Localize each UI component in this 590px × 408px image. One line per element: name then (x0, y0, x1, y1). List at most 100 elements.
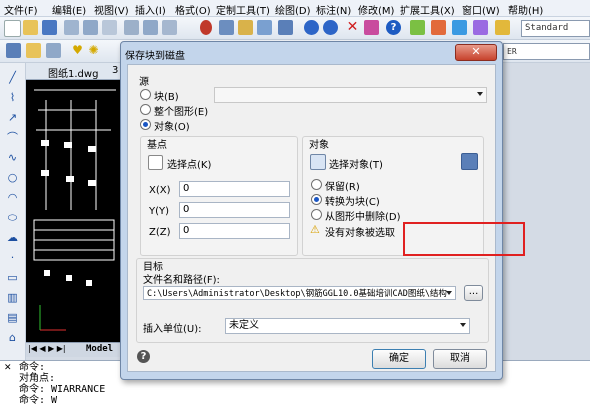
menu-tools[interactable]: 定制工具(T) (216, 2, 270, 17)
layer-manager-icon[interactable] (6, 43, 21, 58)
convert-to-block-radio[interactable] (311, 194, 322, 205)
menu-extend[interactable]: 扩展工具(X) (400, 2, 455, 17)
command-history-line: 命令: (19, 362, 46, 373)
tab-drawing2[interactable]: 3 (112, 65, 118, 76)
open-folder-icon[interactable] (23, 20, 38, 35)
source-block-label: 块(B) (154, 92, 179, 103)
tool-icon-1[interactable] (431, 20, 446, 35)
print-icon[interactable] (64, 20, 79, 35)
quick-select-icon[interactable] (461, 153, 478, 170)
brush-icon[interactable] (278, 20, 293, 35)
cut-icon[interactable] (200, 20, 212, 35)
ray-icon[interactable]: ↗ (6, 111, 19, 124)
layer-state-icon[interactable] (26, 43, 41, 58)
redo-icon[interactable] (323, 20, 338, 35)
spline-icon[interactable]: ∿ (6, 151, 19, 164)
document-tabs: 图纸1.dwg 3 (26, 63, 126, 80)
drawing-canvas[interactable] (26, 80, 126, 342)
retain-radio[interactable] (311, 179, 322, 190)
copy-icon[interactable] (219, 20, 234, 35)
lightbulb-icon[interactable]: ♥ (70, 43, 85, 58)
explode-icon[interactable] (364, 20, 379, 35)
tab-nav-arrows[interactable]: |◀ ◀ ▶ ▶| (28, 344, 66, 353)
y-label: Y(Y) (149, 206, 170, 217)
tool-icon-3[interactable] (473, 20, 488, 35)
cancel-button[interactable]: 取消 (433, 349, 487, 369)
ellipse-icon[interactable]: ⬭ (6, 211, 19, 224)
insert-units-label: 插入单位(U): (143, 324, 202, 335)
point-icon[interactable]: · (6, 251, 19, 264)
menu-draw[interactable]: 绘图(D) (275, 2, 311, 17)
block-select[interactable] (214, 87, 487, 103)
file-path-input[interactable]: C:\Users\Administrator\Desktop\钢筋GGL10.0… (143, 286, 456, 300)
paste-icon[interactable] (238, 20, 253, 35)
menu-format[interactable]: 格式(O) (175, 2, 211, 17)
delete-from-drawing-radio[interactable] (311, 209, 322, 220)
chevron-down-icon (446, 291, 452, 295)
export-icon[interactable] (143, 20, 158, 35)
save-icon[interactable] (42, 20, 57, 35)
x-label: X(X) (149, 185, 171, 196)
linetype-combo[interactable]: ER (503, 43, 590, 60)
menu-edit[interactable]: 编辑(E) (52, 2, 86, 17)
layer-previous-icon[interactable] (46, 43, 61, 58)
menu-dimension[interactable]: 标注(N) (316, 2, 351, 17)
dialog-title: 保存块到磁盘 (125, 51, 185, 62)
tool-icon-4[interactable] (495, 20, 510, 35)
region-icon[interactable]: ▤ (6, 311, 19, 324)
polyline-icon[interactable]: ⌇ (6, 91, 19, 104)
tool-icon-2[interactable] (452, 20, 467, 35)
tab-model[interactable]: Model (86, 344, 113, 354)
cloud-icon[interactable]: ☁ (6, 231, 19, 244)
source-block-radio[interactable] (140, 89, 151, 100)
help-button[interactable]: ? (137, 350, 150, 363)
undo-icon[interactable] (304, 20, 319, 35)
z-input[interactable]: 0 (179, 223, 290, 239)
source-objects-radio[interactable] (140, 119, 151, 130)
erase-icon[interactable]: ✕ (345, 20, 360, 35)
new-file-icon[interactable] (4, 20, 21, 37)
publish-icon[interactable] (124, 20, 139, 35)
menu-insert[interactable]: 插入(I) (135, 2, 166, 17)
x-input[interactable]: 0 (179, 181, 290, 197)
preview-icon[interactable] (162, 20, 177, 35)
warning-text: 没有对象被选取 (325, 228, 395, 239)
circle-icon[interactable]: ○ (6, 171, 19, 184)
insert-units-select[interactable]: 未定义 (225, 318, 470, 334)
select-objects-label[interactable]: 选择对象(T) (329, 156, 383, 171)
select-objects-icon[interactable] (310, 154, 326, 170)
arc-icon[interactable]: ⌒ (6, 131, 19, 144)
line-icon[interactable]: ╱ (6, 71, 19, 84)
text-style-combo[interactable]: Standard (521, 20, 590, 37)
source-label: 源 (139, 77, 149, 88)
sun-icon[interactable]: ✺ (86, 43, 101, 58)
arc-3pt-icon[interactable]: ◠ (6, 191, 19, 204)
close-icon[interactable]: ✕ (4, 363, 12, 373)
delete-from-drawing-label: 从图形中删除(D) (325, 212, 401, 223)
table-icon[interactable]: ⌂ (6, 331, 19, 344)
y-input[interactable]: 0 (179, 202, 290, 218)
source-entire-drawing-label: 整个图形(E) (154, 107, 209, 118)
hatch-icon[interactable]: ▥ (6, 291, 19, 304)
close-button[interactable]: ✕ (455, 44, 497, 61)
tab-drawing1[interactable]: 图纸1.dwg (48, 65, 98, 80)
ok-button[interactable]: 确定 (372, 349, 426, 369)
file-path-value: C:\Users\Administrator\Desktop\钢筋GGL10.0… (147, 289, 447, 299)
pick-point-label[interactable]: 选择点(K) (167, 156, 211, 171)
menu-view[interactable]: 视图(V) (94, 2, 129, 17)
base-point-group: 基点 选择点(K) X(X) 0 Y(Y) 0 Z(Z) 0 (140, 136, 298, 256)
insert-units-value: 未定义 (229, 320, 259, 331)
menu-window[interactable]: 窗口(W) (462, 2, 500, 17)
menu-modify[interactable]: 修改(M) (358, 2, 394, 17)
plot-icon[interactable] (102, 20, 117, 35)
help-icon[interactable]: ? (386, 20, 401, 35)
rectangle-icon[interactable]: ▭ (6, 271, 19, 284)
menu-file[interactable]: 文件(F) (4, 2, 38, 17)
pick-point-icon[interactable] (148, 155, 163, 170)
source-entire-drawing-radio[interactable] (140, 104, 151, 115)
browse-button[interactable]: ... (464, 285, 483, 301)
map-icon[interactable] (410, 20, 425, 35)
match-properties-icon[interactable] (257, 20, 272, 35)
print-preview-icon[interactable] (83, 20, 98, 35)
menu-help[interactable]: 帮助(H) (508, 2, 543, 17)
